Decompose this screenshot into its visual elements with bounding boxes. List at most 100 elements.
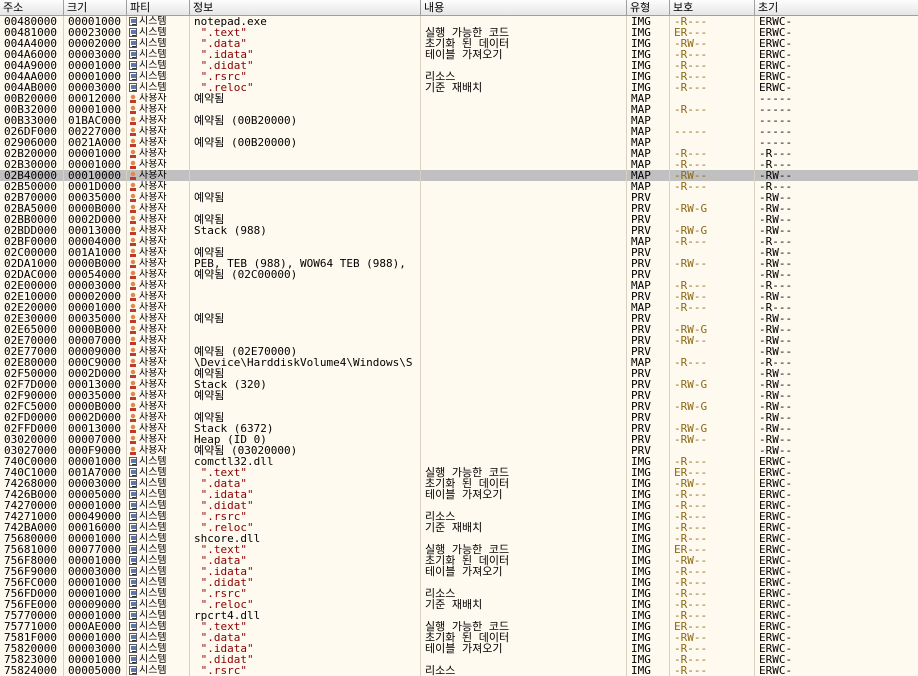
party-label: 사용자 (139, 280, 167, 291)
content-cell (421, 368, 627, 379)
table-row[interactable]: 02906000 0021A000 사용자 예약됨 (00B20000) MAP ----… (0, 137, 918, 148)
table-row[interactable]: 740C1000 001A7000 시스템 ".text" 실행 가능한 코드 IMG E… (0, 467, 918, 478)
table-row[interactable]: 00481000 00023000 시스템 ".text" 실행 가능한 코드 IMG E… (0, 27, 918, 38)
protection-cell: -R--- (670, 511, 755, 522)
party-label: 사용자 (139, 115, 167, 126)
column-header-content[interactable]: 내용 (421, 0, 627, 15)
table-row[interactable]: 004A9000 00001000 시스템 ".didat" IMG -R--- ERWC… (0, 60, 918, 71)
column-header-info[interactable]: 정보 (190, 0, 421, 15)
party-label: 사용자 (139, 137, 167, 148)
table-row[interactable]: 02F50000 0002D000 사용자 예약됨 PRV -RW-- (0, 368, 918, 379)
table-row[interactable]: 02BDD000 00013000 사용자 Stack (988) PRV -RW-G -R… (0, 225, 918, 236)
protection-cell: ER--- (670, 467, 755, 478)
table-row[interactable]: 7426B000 00005000 시스템 ".idata" 테이블 가져오기 IMG -… (0, 489, 918, 500)
table-row[interactable]: 02B70000 00035000 사용자 예약됨 PRV -RW-- (0, 192, 918, 203)
table-row[interactable]: 004A4000 00002000 시스템 ".data" 초기화 된 데이터 IMG -… (0, 38, 918, 49)
table-row[interactable]: 02BB0000 0002D000 사용자 예약됨 PRV -RW-- (0, 214, 918, 225)
size-cell: 00010000 (64, 170, 127, 181)
initial-protection-cell: -RW-- (759, 390, 793, 401)
table-row[interactable]: 004A6000 00003000 시스템 ".idata" 테이블 가져오기 IMG -… (0, 49, 918, 60)
table-row[interactable]: 02E77000 00009000 사용자 예약됨 (02E70000) PRV -RW-… (0, 346, 918, 357)
table-row[interactable]: 75771000 000AE000 시스템 ".text" 실행 가능한 코드 IMG E… (0, 621, 918, 632)
system-icon (129, 490, 137, 499)
address-cell: 02E77000 (0, 346, 64, 357)
column-header-party[interactable]: 파티 (127, 0, 190, 15)
table-row[interactable]: 02E65000 0000B000 사용자 PRV -RW-G -RW-- (0, 324, 918, 335)
table-row[interactable]: 02B30000 00001000 사용자 MAP -R--- -R--- (0, 159, 918, 170)
table-row[interactable]: 02B20000 00001000 사용자 MAP -R--- -R--- (0, 148, 918, 159)
table-row[interactable]: 75680000 00001000 시스템 shcore.dll IMG -R--- ERW… (0, 533, 918, 544)
table-row[interactable]: 02F90000 00035000 사용자 예약됨 PRV -RW-- (0, 390, 918, 401)
table-row[interactable]: 02BA5000 0000B000 사용자 PRV -RW-G -RW-- (0, 203, 918, 214)
table-row[interactable]: 02DA1000 0000B000 사용자 PEB, TEB (988), WOW64… (0, 258, 918, 269)
size-cell: 001A1000 (64, 247, 127, 258)
table-row[interactable]: 02E30000 00035000 사용자 예약됨 PRV -RW-- (0, 313, 918, 324)
size-cell: 00007000 (64, 434, 127, 445)
protection-cell: -R--- (670, 489, 755, 500)
info-cell: ".text" (190, 27, 421, 38)
table-row[interactable]: 756F9000 00003000 시스템 ".idata" 테이블 가져오기 IMG -… (0, 566, 918, 577)
column-header-address[interactable]: 주소 (0, 0, 64, 15)
party-cell: 시스템 (127, 643, 190, 654)
table-row[interactable]: 756FD000 00001000 시스템 ".rsrc" 리소스 IMG -R--- ER… (0, 588, 918, 599)
column-header-size[interactable]: 크기 (64, 0, 127, 15)
table-row[interactable]: 03020000 00007000 사용자 Heap (ID 0) PRV -RW-- -R… (0, 434, 918, 445)
type-cell: IMG (627, 16, 670, 27)
table-row[interactable]: 756F8000 00001000 시스템 ".data" 초기화 된 데이터 IMG -… (0, 555, 918, 566)
table-row[interactable]: 740C0000 00001000 시스템 comctl32.dll IMG -R--- E… (0, 456, 918, 467)
table-row[interactable]: 02B40000 00010000 사용자 MAP -RW-- -RW-- (0, 170, 918, 181)
size-cell: 0002D000 (64, 368, 127, 379)
table-row[interactable]: 00B32000 00001000 사용자 MAP -R--- ----- (0, 104, 918, 115)
table-row[interactable]: 02E00000 00003000 사용자 MAP -R--- -R--- (0, 280, 918, 291)
table-row[interactable]: 02DAC000 00054000 사용자 예약됨 (02C00000) PRV -RW-… (0, 269, 918, 280)
table-row[interactable]: 75681000 00077000 시스템 ".text" 실행 가능한 코드 IMG E… (0, 544, 918, 555)
table-row[interactable]: 756FE000 00009000 시스템 ".reloc" 기준 재배치 IMG -R-… (0, 599, 918, 610)
party-label: 사용자 (139, 401, 167, 412)
table-row[interactable]: 02E10000 00002000 사용자 PRV -RW-- -RW-- (0, 291, 918, 302)
table-row[interactable]: 02FD0000 0002D000 사용자 예약됨 PRV -RW-- (0, 412, 918, 423)
table-row[interactable]: 02E20000 00001000 사용자 MAP -R--- -R--- (0, 302, 918, 313)
table-row[interactable]: 00B20000 00012000 사용자 예약됨 MAP ----- (0, 93, 918, 104)
table-row[interactable]: 00B33000 01BAC000 사용자 예약됨 (00B20000) MAP ----… (0, 115, 918, 126)
table-row[interactable]: 02BF0000 00004000 사용자 MAP -R--- -R--- (0, 236, 918, 247)
table-row[interactable]: 74270000 00001000 시스템 ".didat" IMG -R--- ERWC… (0, 500, 918, 511)
content-cell (421, 104, 627, 115)
protection-cell (670, 368, 755, 379)
party-cell: 사용자 (127, 159, 190, 170)
party-cell: 시스템 (127, 500, 190, 511)
info-cell: ".data" (190, 478, 421, 489)
table-row[interactable]: 02FC5000 0000B000 사용자 PRV -RW-G -RW-- (0, 401, 918, 412)
party-label: 사용자 (139, 159, 167, 170)
table-row[interactable]: 75823000 00001000 시스템 ".didat" IMG -R--- ERWC… (0, 654, 918, 665)
table-row[interactable]: 02F7D000 00013000 사용자 Stack (320) PRV -RW-G -R… (0, 379, 918, 390)
table-row[interactable]: 7581F000 00001000 시스템 ".data" 초기화 된 데이터 IMG -… (0, 632, 918, 643)
table-row[interactable]: 00480000 00001000 시스템 notepad.exe IMG -R--- ER… (0, 16, 918, 27)
content-cell: 초기화 된 데이터 (421, 632, 627, 643)
info-cell: 예약됨 (190, 93, 421, 104)
table-row[interactable]: 02E70000 00007000 사용자 PRV -RW-- -RW-- (0, 335, 918, 346)
table-row[interactable]: 756FC000 00001000 시스템 ".didat" IMG -R--- ERWC… (0, 577, 918, 588)
table-row[interactable]: 004AB000 00003000 시스템 ".reloc" 기준 재배치 IMG -R-… (0, 82, 918, 93)
table-row[interactable]: 75770000 00001000 시스템 rpcrt4.dll IMG -R--- ERW… (0, 610, 918, 621)
table-row[interactable]: 75820000 00003000 시스템 ".idata" 테이블 가져오기 IMG -… (0, 643, 918, 654)
table-row[interactable]: 02E80000 000C9000 사용자 \Device\HarddiskVolum… (0, 357, 918, 368)
type-cell: IMG (627, 643, 670, 654)
table-row[interactable]: 02B50000 0001D000 사용자 MAP -R--- -R--- (0, 181, 918, 192)
column-header-initial[interactable]: 초기 (755, 0, 918, 15)
table-row[interactable]: 02FFD000 00013000 사용자 Stack (6372) PRV -RW-G -… (0, 423, 918, 434)
memory-map-table: 주소 크기 파티 정보 내용 유형 보호 초기 00480000 00001000… (0, 0, 918, 676)
table-row[interactable]: 74268000 00003000 시스템 ".data" 초기화 된 데이터 IMG -… (0, 478, 918, 489)
column-header-type[interactable]: 유형 (627, 0, 670, 15)
content-cell (421, 16, 627, 27)
table-row[interactable]: 03027000 000F9000 사용자 예약됨 (03020000) PRV -RW-… (0, 445, 918, 456)
table-row[interactable]: 026DF000 00227000 사용자 MAP ----- ----- (0, 126, 918, 137)
party-label: 사용자 (139, 181, 167, 192)
party-label: 사용자 (139, 379, 167, 390)
table-row[interactable]: 74271000 00049000 시스템 ".rsrc" 리소스 IMG -R--- ER… (0, 511, 918, 522)
table-row[interactable]: 75824000 00005000 시스템 ".rsrc" 리소스 IMG -R--- ER… (0, 665, 918, 676)
table-row[interactable]: 004AA000 00001000 시스템 ".rsrc" 리소스 IMG -R--- ER… (0, 71, 918, 82)
table-row[interactable]: 02C00000 001A1000 사용자 예약됨 PRV -RW-- (0, 247, 918, 258)
party-label: 시스템 (139, 522, 167, 533)
table-row[interactable]: 742BA000 00016000 시스템 ".reloc" 기준 재배치 IMG -R-… (0, 522, 918, 533)
column-header-protection[interactable]: 보호 (670, 0, 755, 15)
